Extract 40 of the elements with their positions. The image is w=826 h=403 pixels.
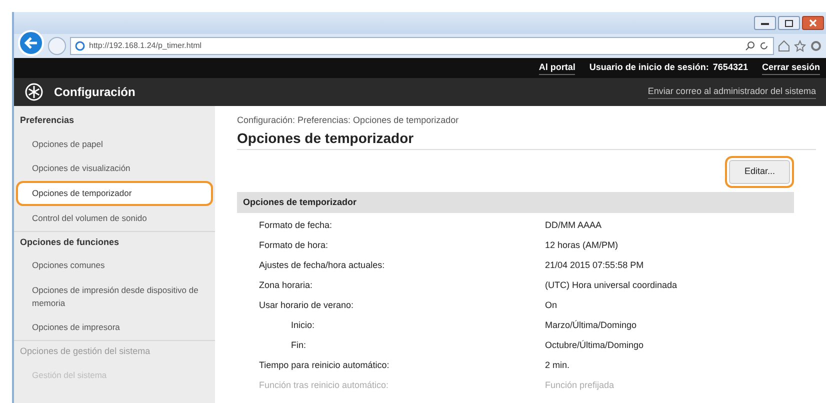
sidebar-heading: Opciones de gestión del sistema: [19, 345, 152, 358]
field-value: 2 min.: [545, 359, 570, 372]
field-value: DD/MM AAAA: [545, 219, 602, 232]
section-header: Opciones de temporizador: [237, 192, 794, 214]
header-title: Configuración: [54, 84, 136, 101]
sidebar-item[interactable]: Opciones de temporizador: [16, 181, 213, 206]
field-value: 21/04 2015 07:55:58 PM: [545, 259, 644, 272]
portal-link[interactable]: Al portal: [538, 60, 576, 76]
field-value: Marzo/Última/Domingo: [545, 319, 637, 332]
sidebar-item[interactable]: Opciones de papel: [16, 132, 213, 156]
mail-admin-link[interactable]: Enviar correo al administrador del sistema: [648, 84, 816, 100]
sidebar-heading: Opciones de funciones: [19, 236, 120, 249]
address-field[interactable]: http://192.168.1.24/p_timer.html: [70, 37, 774, 55]
page-title: Opciones de temporizador: [237, 130, 816, 150]
field-label: Formato de fecha:: [258, 219, 334, 232]
field-label: Zona horaria:: [258, 279, 314, 292]
field-label: Inicio:: [290, 319, 316, 332]
field-label: Ajustes de fecha/hora actuales:: [258, 259, 386, 272]
sidebar-item[interactable]: Opciones comunes: [16, 253, 213, 278]
edit-button[interactable]: Editar...: [729, 160, 790, 184]
field-label: Fin:: [290, 339, 308, 352]
field-label: Función tras reinicio automático:: [258, 379, 390, 392]
field-label: Usar horario de verano:: [258, 299, 355, 312]
field-value: Función prefijada: [545, 379, 614, 392]
sidebar-item[interactable]: Opciones de impresión desde dispositivo de memoria: [16, 278, 213, 316]
field-value: 12 horas (AM/PM): [545, 239, 618, 252]
sidebar-heading: Preferencias: [19, 114, 76, 127]
user-id: 7654321: [712, 61, 748, 74]
field-value: (UTC) Hora universal coordinada: [545, 279, 678, 292]
url-text: http://192.168.1.24/p_timer.html: [89, 40, 202, 52]
field-value: Octubre/Última/Domingo: [545, 339, 644, 352]
field-label: Formato de hora:: [258, 239, 330, 252]
sidebar-item[interactable]: Opciones de impresora: [16, 315, 213, 340]
field-label: Tiempo para reinicio automático:: [258, 359, 390, 372]
logout-link[interactable]: Cerrar sesión: [762, 60, 820, 76]
sidebar-item[interactable]: Control del volumen de sonido: [16, 206, 213, 230]
breadcrumb: Configuración: Preferencias: Opciones de temporizador: [237, 114, 460, 127]
sidebar-item[interactable]: Opciones de visualización: [16, 156, 213, 181]
user-label: Usuario de inicio de sesión:: [589, 61, 709, 74]
field-value: On: [545, 299, 558, 312]
